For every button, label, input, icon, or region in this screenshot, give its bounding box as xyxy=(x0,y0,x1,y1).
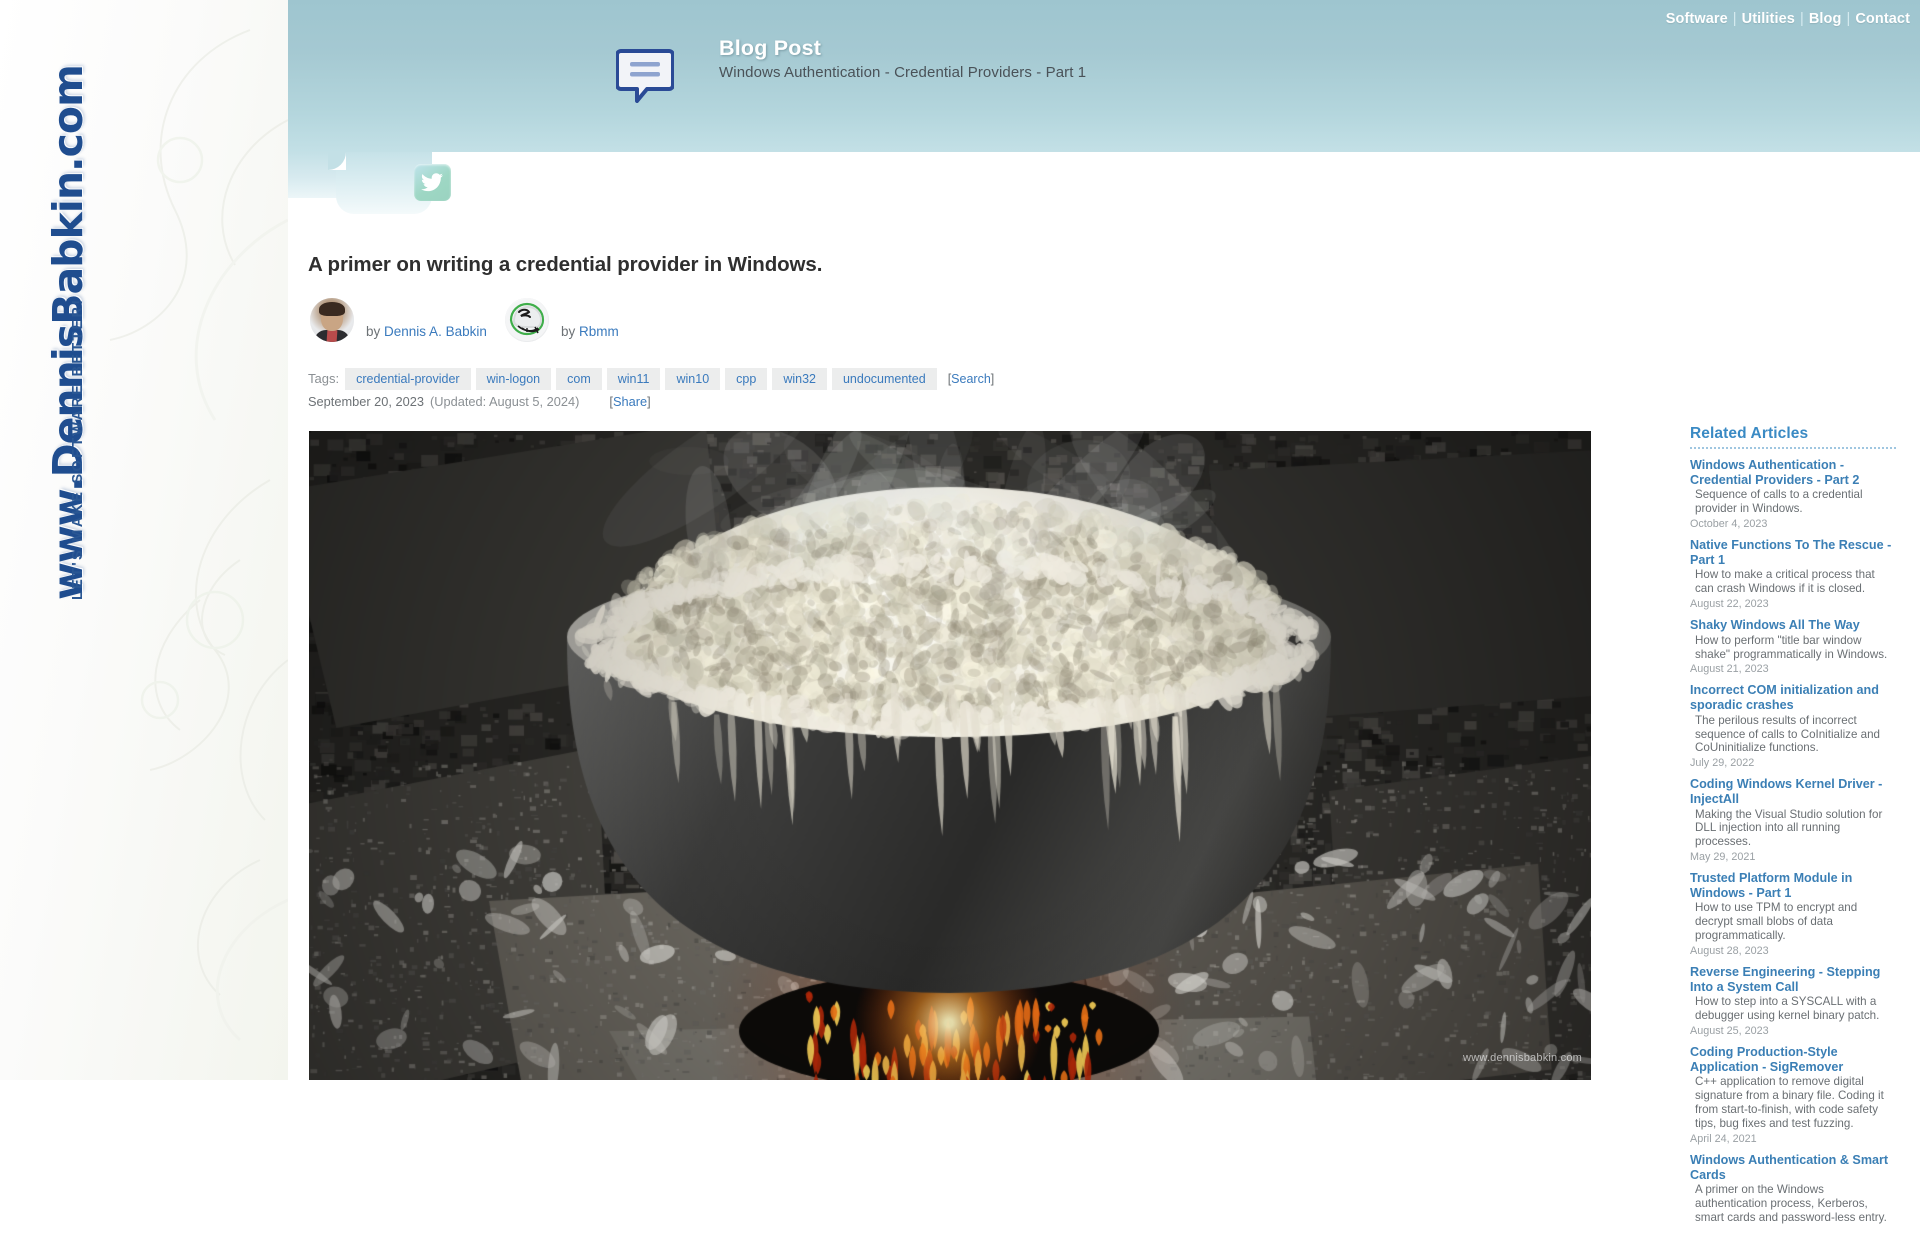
publish-date: September 20, 2023 xyxy=(308,394,424,409)
related-article-description: C++ application to remove digital signat… xyxy=(1695,1075,1884,1131)
author-by-label-1: by xyxy=(366,324,381,339)
author-name-link-2[interactable]: Rbmm xyxy=(579,324,619,339)
avatar-dennis-babkin xyxy=(310,298,354,342)
author-byline-2: by Rbmm xyxy=(561,324,619,339)
related-article-title-link[interactable]: Trusted Platform Module in Windows - Par… xyxy=(1690,871,1896,900)
related-article-item: Reverse Engineering - Stepping Into a Sy… xyxy=(1690,965,1896,1037)
related-article-title-link[interactable]: Windows Authentication - Credential Prov… xyxy=(1690,458,1896,487)
related-article-date: August 21, 2023 xyxy=(1690,663,1769,676)
tab-curve-decoration xyxy=(328,152,346,170)
related-article-item: Windows Authentication - Credential Prov… xyxy=(1690,458,1896,530)
nav-item-contact[interactable]: Contact xyxy=(1855,11,1910,27)
related-article-item: Trusted Platform Module in Windows - Par… xyxy=(1690,871,1896,957)
related-article-description: How to use TPM to encrypt and decrypt sm… xyxy=(1695,901,1858,943)
related-article-date: August 25, 2023 xyxy=(1690,1025,1769,1038)
tag-chip-com[interactable]: com xyxy=(556,368,602,390)
related-article-date: April 24, 2021 xyxy=(1690,1132,1757,1145)
twitter-tab[interactable] xyxy=(336,152,451,214)
related-article-item: Windows Authentication & Smart Cards A pr… xyxy=(1690,1153,1896,1225)
related-article-title-link[interactable]: Coding Windows Kernel Driver - InjectAll xyxy=(1690,777,1896,806)
avatar-rbmm-helmet xyxy=(505,298,549,342)
nav-item-utilities[interactable]: Utilities xyxy=(1742,11,1795,27)
related-articles-panel: Related Articles Windows Authentication … xyxy=(1690,425,1896,1233)
nav-separator-2: | xyxy=(1799,11,1804,27)
brand-tagline-text: LET'S MAKE SOFTWARE BETTER! xyxy=(70,297,86,600)
speech-bubble-icon xyxy=(616,49,674,103)
article-title: A primer on writing a credential provide… xyxy=(308,253,823,276)
nav-item-blog[interactable]: Blog xyxy=(1809,11,1842,27)
author-byline-1: by Dennis A. Babkin xyxy=(366,324,487,339)
related-article-item: Coding Windows Kernel Driver - InjectAll… xyxy=(1690,777,1896,863)
tags-container: credential-provider win-logon com win11 win1… xyxy=(345,368,942,390)
page-header-banner: Software | Utilities | Blog | Contact Blog Pos… xyxy=(288,0,1920,153)
nav-separator-1: | xyxy=(1732,11,1737,27)
share-link[interactable]: Share xyxy=(613,394,647,409)
tags-label: Tags: xyxy=(308,371,340,386)
tag-search-link[interactable]: [Search] xyxy=(948,372,995,386)
tag-chip-win10[interactable]: win10 xyxy=(665,368,721,390)
related-article-date: July 29, 2022 xyxy=(1690,757,1755,770)
related-article-description: How to make a critical process that can … xyxy=(1695,568,1875,596)
share-link-wrap[interactable]: [Share] xyxy=(609,394,650,409)
related-article-date: August 28, 2023 xyxy=(1690,945,1769,958)
related-article-item: Coding Production-Style Application - Si… xyxy=(1690,1045,1896,1145)
related-article-title-link[interactable]: Shaky Windows All The Way xyxy=(1690,618,1896,633)
updated-date: (Updated: August 5, 2024) xyxy=(429,394,580,409)
twitter-bird-icon[interactable] xyxy=(414,164,451,201)
bracket-close: ] xyxy=(990,372,995,386)
related-article-description: The perilous results of incorrect sequen… xyxy=(1695,713,1880,755)
related-article-item: Incorrect COM initialization and sporadi… xyxy=(1690,683,1896,769)
football-helmet-icon xyxy=(506,299,548,341)
related-article-description: A primer on the Windows authentication p… xyxy=(1695,1183,1887,1224)
related-articles-list: Windows Authentication - Credential Prov… xyxy=(1690,458,1896,1225)
tag-chip-credential-provider[interactable]: credential-provider xyxy=(345,368,471,390)
author-by-label-2: by xyxy=(561,324,576,339)
tag-chip-cpp[interactable]: cpp xyxy=(725,368,768,390)
header-subtitle: Windows Authentication - Credential Prov… xyxy=(719,64,1087,81)
search-link[interactable]: Search xyxy=(951,372,991,386)
tag-chip-undocumented[interactable]: undocumented xyxy=(831,368,937,390)
related-article-title-link[interactable]: Windows Authentication & Smart Cards xyxy=(1690,1153,1896,1182)
header-title: Blog Post xyxy=(719,36,822,60)
related-article-description: Sequence of calls to a credential provid… xyxy=(1695,488,1863,516)
related-article-item: Native Functions To The Rescue - Part 1H… xyxy=(1690,538,1896,610)
tags-row: Tags: credential-provider win-logon com win1… xyxy=(308,368,994,390)
related-article-title-link[interactable]: Coding Production-Style Application - Si… xyxy=(1690,1045,1896,1074)
related-article-title-link[interactable]: Native Functions To The Rescue - Part 1 xyxy=(1690,538,1896,567)
nav-separator-3: | xyxy=(1846,11,1851,27)
hero-image-canvas xyxy=(309,431,1591,1080)
tag-chip-win-logon[interactable]: win-logon xyxy=(475,368,552,390)
tag-chip-win32[interactable]: win32 xyxy=(772,368,827,390)
site-brand[interactable]: www.DennisBabkin.com LET'S MAKE SOFTWARE… xyxy=(18,65,278,600)
related-article-title-link[interactable]: Incorrect COM initialization and sporadi… xyxy=(1690,683,1896,712)
related-article-title-link[interactable]: Reverse Engineering - Stepping Into a Sy… xyxy=(1690,965,1896,994)
related-article-item: Shaky Windows All The Way How to perform … xyxy=(1690,618,1896,675)
article-hero-image[interactable]: www.dennisbabkin.com xyxy=(309,431,1591,1080)
author-name-link-1[interactable]: Dennis A. Babkin xyxy=(384,324,487,339)
nav-item-software[interactable]: Software xyxy=(1666,11,1728,27)
top-navigation[interactable]: Software | Utilities | Blog | Contact xyxy=(1666,11,1910,27)
related-article-date: August 22, 2023 xyxy=(1690,598,1769,610)
related-article-date: May 29, 2021 xyxy=(1690,851,1756,864)
related-articles-heading: Related Articles xyxy=(1690,425,1896,449)
related-article-date: October 4, 2023 xyxy=(1690,518,1768,530)
tag-chip-win11[interactable]: win11 xyxy=(606,368,661,390)
related-article-description: How to perform "title bar window shake" … xyxy=(1695,633,1888,661)
related-article-description: Making the Visual Studio solution for DL… xyxy=(1695,807,1883,849)
social-tab-strip xyxy=(288,152,1920,214)
related-article-description: How to step into a SYSCALL with a debugg… xyxy=(1695,995,1880,1023)
article-date-row: September 20, 2023 (Updated: August 5, 20… xyxy=(308,394,651,409)
hero-watermark: www.dennisbabkin.com xyxy=(1463,1052,1582,1064)
share-bracket-close: ] xyxy=(647,394,651,409)
left-decorative-rail: www.DennisBabkin.com LET'S MAKE SOFTWARE… xyxy=(0,0,288,1080)
